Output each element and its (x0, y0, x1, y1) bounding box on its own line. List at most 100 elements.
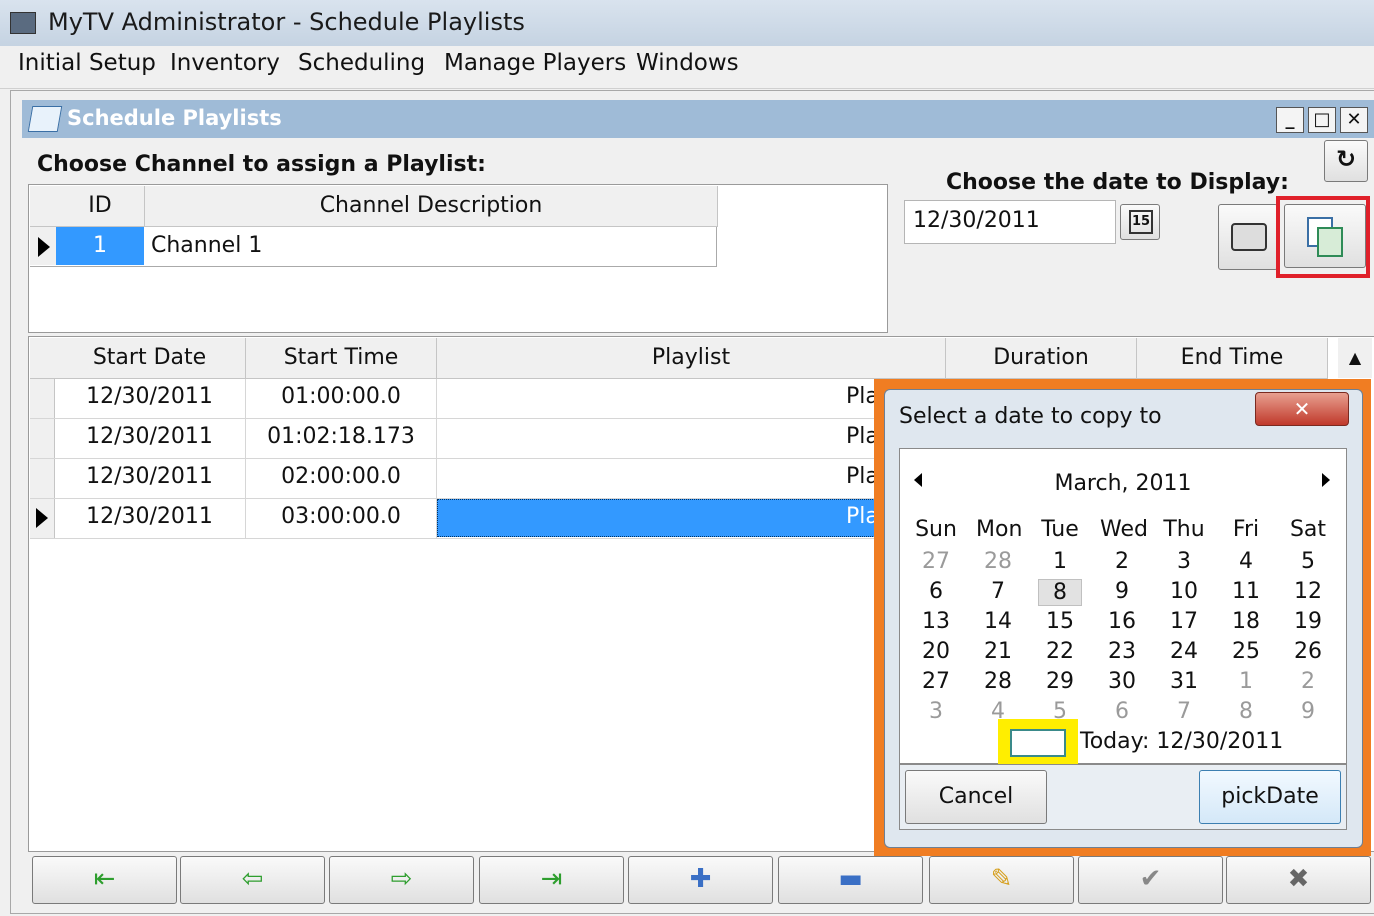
column-header-duration[interactable]: Duration (946, 338, 1137, 379)
calendar-day[interactable]: 1 (1038, 549, 1082, 574)
first-record-button[interactable]: ⇤ (32, 856, 177, 904)
column-header-end-time[interactable]: End Time (1137, 338, 1328, 379)
weekday-label: Mon (976, 517, 1023, 542)
table-row-playlist[interactable]: Pla (846, 384, 876, 409)
calendar-day[interactable]: 28 (976, 669, 1020, 694)
calendar-day[interactable]: 19 (1286, 609, 1330, 634)
refresh-button[interactable]: ↻ (1324, 140, 1368, 182)
calendar-day[interactable]: 29 (1038, 669, 1082, 694)
table-row-playlist[interactable]: Pla (846, 464, 876, 489)
calendar-day[interactable]: 6 (914, 579, 958, 604)
today-label[interactable]: Today: 12/30/2011 (1080, 729, 1283, 754)
calendar-day[interactable]: 20 (914, 639, 958, 664)
plus-icon: ✚ (689, 864, 712, 894)
calendar-day[interactable]: 30 (1100, 669, 1144, 694)
calendar-day[interactable]: 17 (1162, 609, 1206, 634)
table-row-playlist[interactable]: Pla (846, 424, 876, 449)
table-row-start-date[interactable]: 12/30/2011 (54, 504, 245, 529)
edit-record-button[interactable]: ✎ (929, 856, 1074, 904)
date-section-label: Choose the date to Display: (946, 170, 1289, 195)
column-header-channel-description[interactable]: Channel Description (145, 186, 718, 227)
dialog-close-button[interactable]: ✕ (1255, 392, 1349, 426)
cancel-edit-button[interactable]: ✖ (1226, 856, 1371, 904)
calendar-day[interactable]: 28 (976, 549, 1020, 574)
calendar-day[interactable]: 2 (1100, 549, 1144, 574)
calendar-day[interactable]: 22 (1038, 639, 1082, 664)
calendar-day[interactable]: 5 (1286, 549, 1330, 574)
last-record-button[interactable]: ⇥ (479, 856, 624, 904)
calendar-day[interactable]: 8 (1224, 699, 1268, 724)
menu-manage-players[interactable]: Manage Players (444, 50, 626, 76)
calendar-day[interactable]: 2 (1286, 669, 1330, 694)
calendar-day[interactable]: 21 (976, 639, 1020, 664)
calendar-day[interactable]: 1 (1224, 669, 1268, 694)
calendar-day[interactable]: 11 (1224, 579, 1268, 604)
table-row-start-date[interactable]: 12/30/2011 (54, 424, 245, 449)
menu-inventory[interactable]: Inventory (170, 50, 280, 76)
cancel-button[interactable]: Cancel (905, 770, 1047, 824)
calendar-day[interactable]: 12 (1286, 579, 1330, 604)
calendar-day[interactable]: 14 (976, 609, 1020, 634)
calendar-day[interactable]: 7 (1162, 699, 1206, 724)
calendar-day[interactable]: 15 (1038, 609, 1082, 634)
calendar-day[interactable]: 4 (1224, 549, 1268, 574)
calendar-day[interactable]: 7 (976, 579, 1020, 604)
calendar-day[interactable]: 3 (914, 699, 958, 724)
table-row-start-time[interactable]: 01:02:18.173 (246, 424, 436, 449)
calendar-day[interactable]: 26 (1286, 639, 1330, 664)
current-row-indicator[interactable] (30, 499, 54, 537)
channel-id-cell[interactable]: 1 (56, 227, 144, 265)
table-row-start-time[interactable]: 02:00:00.0 (246, 464, 436, 489)
calendar-button[interactable]: 15 (1120, 204, 1160, 240)
calendar-day[interactable]: 18 (1224, 609, 1268, 634)
calendar-day[interactable]: 9 (1286, 699, 1330, 724)
table-row-start-time[interactable]: 01:00:00.0 (246, 384, 436, 409)
child-window-titlebar: Schedule Playlists (22, 100, 1374, 138)
display-date-field[interactable]: 12/30/2011 (904, 200, 1116, 244)
pick-date-button[interactable]: pickDate (1199, 770, 1341, 824)
table-row-start-date[interactable]: 12/30/2011 (54, 464, 245, 489)
calendar-day[interactable]: 27 (914, 549, 958, 574)
calendar-day[interactable]: 25 (1224, 639, 1268, 664)
scroll-up-icon[interactable]: ▲ (1338, 338, 1372, 378)
weekday-label: Sat (1289, 517, 1327, 542)
calendar-day[interactable]: 24 (1162, 639, 1206, 664)
calendar-month-label: March, 2011 (1054, 471, 1192, 496)
calendar-day[interactable]: 10 (1162, 579, 1206, 604)
minimize-button[interactable]: _ (1276, 107, 1304, 133)
close-button[interactable]: ✕ (1340, 107, 1368, 133)
table-row-start-time[interactable]: 03:00:00.0 (246, 504, 436, 529)
calendar-day[interactable]: 23 (1100, 639, 1144, 664)
calendar-day[interactable]: 13 (914, 609, 958, 634)
calendar-day[interactable]: 6 (1100, 699, 1144, 724)
post-edit-button[interactable]: ✔ (1078, 856, 1223, 904)
calendar-day[interactable]: 8 (1038, 579, 1082, 606)
menu-windows[interactable]: Windows (636, 50, 739, 76)
channel-description-cell[interactable]: Channel 1 (151, 227, 262, 265)
add-record-button[interactable]: ✚ (628, 856, 773, 904)
table-row-playlist[interactable]: Pla (846, 504, 876, 529)
table-row-start-date[interactable]: 12/30/2011 (54, 384, 245, 409)
today-swatch[interactable] (1010, 729, 1066, 757)
column-header-start-date[interactable]: Start Date (54, 338, 246, 379)
calendar-day[interactable]: 3 (1162, 549, 1206, 574)
maximize-button[interactable]: □ (1308, 107, 1336, 133)
selected-playlist-cell[interactable] (437, 499, 875, 537)
calendar-day[interactable]: 27 (914, 669, 958, 694)
column-header-start-time[interactable]: Start Time (246, 338, 437, 379)
previous-record-button[interactable]: ⇦ (180, 856, 325, 904)
print-button[interactable] (1218, 204, 1278, 270)
column-header-playlist[interactable]: Playlist (437, 338, 946, 379)
copy-schedule-button[interactable] (1284, 204, 1366, 268)
row-indicator[interactable] (30, 227, 57, 265)
calendar-day[interactable]: 16 (1100, 609, 1144, 634)
next-month-icon[interactable] (1322, 473, 1330, 487)
menu-scheduling[interactable]: Scheduling (298, 50, 425, 76)
calendar-day[interactable]: 9 (1100, 579, 1144, 604)
delete-record-button[interactable]: ▬ (778, 856, 923, 904)
column-header-id[interactable]: ID (56, 186, 145, 227)
menu-initial-setup[interactable]: Initial Setup (18, 50, 156, 76)
schedule-row-header-corner (30, 338, 55, 379)
calendar-day[interactable]: 31 (1162, 669, 1206, 694)
next-record-button[interactable]: ⇨ (329, 856, 474, 904)
